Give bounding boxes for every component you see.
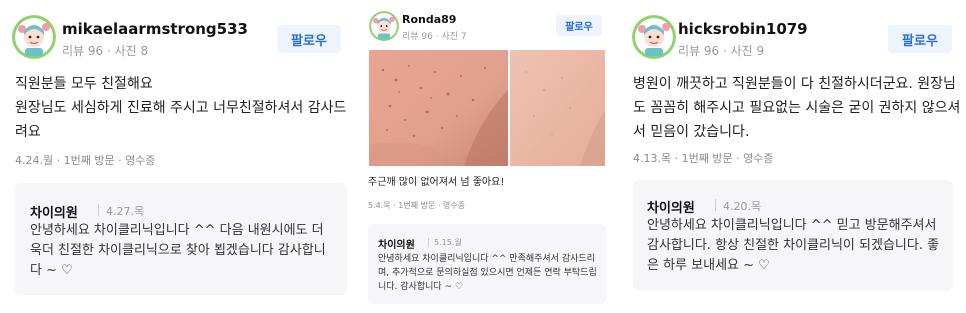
reply-divider — [715, 199, 716, 211]
reply-text: 안녕하세요 차이클리닉입니다 ^^ 만족해주셔서 감사드리며, 추가적으로 문의… — [378, 254, 597, 292]
review-card-1: mikaelaarmstrong533 리뷰 96 · 사진 8 팔로우 직원분… — [0, 0, 360, 313]
review-count: 리뷰 96 — [402, 32, 433, 42]
avatar[interactable] — [369, 11, 399, 41]
reply-text: 안녕하세요 차이클리닉입니다 ^^ 믿고 방문해주셔서 감사합니다. 항상 친절… — [647, 218, 940, 273]
owner-reply: 차이의원 4.20.목 안녕하세요 차이클리닉입니다 ^^ 믿고 방문해주셔서 … — [633, 180, 953, 290]
follow-button[interactable]: 팔로우 — [888, 25, 952, 53]
visit-info: 4.13.목 · 1번째 방문 · 영수증 — [633, 152, 774, 165]
reply-date: 4.20.목 — [723, 200, 762, 213]
user-stats: 리뷰 96 · 사진 9 — [678, 44, 765, 58]
review-photo-2[interactable] — [510, 50, 605, 166]
owner-reply: 차이의원 5.15.월 안녕하세요 차이클리닉입니다 ^^ 만족해주셔서 감사드… — [368, 224, 606, 304]
username[interactable]: Ronda89 — [402, 13, 456, 26]
review-count: 리뷰 96 — [678, 44, 720, 58]
reply-text: 안녕하세요 차이클리닉입니다 ^^ 다음 내원시에도 더욱더 친절한 차이클리닉… — [30, 223, 326, 278]
avatar[interactable] — [12, 15, 56, 59]
skin-photo-right — [510, 50, 605, 166]
avatar-icon — [632, 15, 676, 59]
avatar[interactable] — [632, 15, 676, 59]
review-text: 병원이 깨끗하고 직원분들이 다 친절하시더군요. 원장님도 꼼꼼히 해주시고 … — [633, 76, 961, 140]
photo-count: 사진 8 — [114, 44, 149, 58]
user-stats: 리뷰 96 · 사진 7 — [402, 32, 467, 42]
owner-reply: 차이의원 4.27.목 안녕하세요 차이클리닉입니다 ^^ 다음 내원시에도 더… — [15, 183, 347, 295]
follow-button[interactable]: 팔로우 — [277, 25, 341, 53]
review-card-3: hicksrobin1079 리뷰 96 · 사진 9 팔로우 병원이 깨끗하고… — [620, 0, 966, 313]
reply-owner: 차이의원 — [378, 240, 415, 251]
review-count: 리뷰 96 — [62, 44, 104, 58]
reply-date: 4.27.목 — [106, 205, 145, 218]
user-stats: 리뷰 96 · 사진 8 — [62, 44, 149, 58]
follow-button[interactable]: 팔로우 — [556, 15, 602, 36]
reply-date: 5.15.월 — [434, 238, 462, 247]
skin-photo-left — [369, 50, 508, 166]
photo-count: 사진 9 — [730, 44, 765, 58]
review-card-2: Ronda89 리뷰 96 · 사진 7 팔로우 주근깨 많이 없어져서 넘 좋… — [360, 0, 615, 313]
avatar-icon — [12, 15, 56, 59]
username[interactable]: hicksrobin1079 — [678, 20, 808, 38]
reply-owner: 차이의원 — [647, 201, 695, 216]
username[interactable]: mikaelaarmstrong533 — [62, 20, 248, 38]
reply-divider — [428, 238, 429, 247]
reply-divider — [98, 204, 99, 216]
reply-owner: 차이의원 — [30, 206, 78, 221]
visit-info: 4.24.월 · 1번째 방문 · 영수증 — [15, 154, 156, 167]
avatar-icon — [369, 11, 399, 41]
review-text: 주근깨 많이 없어져서 넘 좋아요! — [368, 177, 505, 188]
visit-info: 5.4.목 · 1번째 방문 · 영수증 — [368, 201, 466, 210]
review-photo-1[interactable] — [369, 50, 508, 166]
review-text: 직원분들 모두 친절해요 원장님도 세심하게 진료해 주시고 너무친절하셔서 감… — [15, 76, 347, 140]
photo-count: 사진 7 — [441, 32, 467, 42]
